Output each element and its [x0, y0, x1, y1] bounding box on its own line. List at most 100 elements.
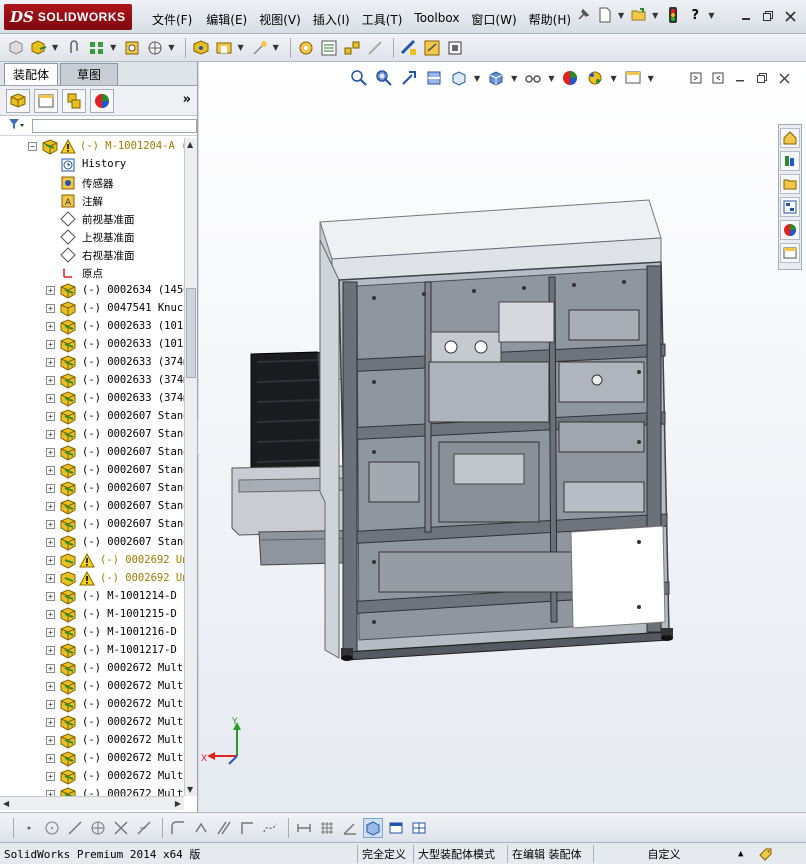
- menu-window[interactable]: 窗口(W): [465, 9, 522, 30]
- toggle-panel-icon[interactable]: [386, 818, 406, 838]
- tree-item[interactable]: + (-) 0002672 Multi: [0, 696, 184, 714]
- tree-item[interactable]: + (-) 0002672 Multi: [0, 678, 184, 696]
- bill-of-materials-icon[interactable]: [319, 38, 339, 58]
- chevron-down-icon[interactable]: ▼: [273, 43, 279, 52]
- collapse-icon[interactable]: −: [28, 142, 37, 151]
- tree-item[interactable]: + (-) 0002634 (1450: [0, 282, 184, 300]
- angle-icon[interactable]: [340, 818, 360, 838]
- tree-item[interactable]: + (-) 0002633 (374m: [0, 354, 184, 372]
- chevron-down-icon[interactable]: ▼: [652, 11, 658, 20]
- expand-icon[interactable]: +: [46, 448, 55, 457]
- display-manager-tab-icon[interactable]: [90, 88, 114, 113]
- tree-item[interactable]: + (-) 0002607 Stand: [0, 444, 184, 462]
- expand-icon[interactable]: +: [46, 610, 55, 619]
- 3d-sketch-icon[interactable]: [363, 817, 383, 838]
- expand-icon[interactable]: +: [46, 484, 55, 493]
- tree-horizontal-scrollbar[interactable]: ◀ ▶: [0, 796, 184, 810]
- tree-item[interactable]: + (-) 0002672 Multi: [0, 750, 184, 768]
- scroll-left-icon[interactable]: ◀: [3, 799, 9, 808]
- tree-item[interactable]: + (-) 0002633 (374m: [0, 390, 184, 408]
- chevron-down-icon[interactable]: ▼: [110, 43, 116, 52]
- tree-item[interactable]: + (-) 0002633 (1012: [0, 318, 184, 336]
- tree-item[interactable]: + (-) 0002672 Multi: [0, 768, 184, 786]
- offset-icon[interactable]: [191, 818, 211, 838]
- tree-item[interactable]: + (-) 0002607 Stand: [0, 498, 184, 516]
- tree-item[interactable]: + (-) 0002672 Multi: [0, 660, 184, 678]
- centerline-icon[interactable]: [134, 818, 154, 838]
- design-library-icon[interactable]: [780, 151, 800, 171]
- expand-icon[interactable]: +: [46, 286, 55, 295]
- view-palette-icon[interactable]: [780, 197, 800, 217]
- status-tag-icon[interactable]: [754, 845, 776, 863]
- instant3d-icon[interactable]: [445, 38, 465, 58]
- appearances-icon[interactable]: [780, 220, 800, 240]
- tree-item[interactable]: + (-) M-1001215-D (: [0, 606, 184, 624]
- corner-icon[interactable]: [237, 818, 257, 838]
- menu-tools[interactable]: 工具(T): [356, 9, 409, 30]
- tree-item[interactable]: 传感器: [0, 174, 184, 192]
- tree-item[interactable]: 原点: [0, 264, 184, 282]
- tree-item[interactable]: + (-) M-1001217-D (: [0, 642, 184, 660]
- expand-icon[interactable]: +: [46, 322, 55, 331]
- filter-icon[interactable]: [8, 118, 24, 133]
- chevron-down-icon[interactable]: ▼: [237, 43, 243, 52]
- tree-item[interactable]: + (-) 0047541 Knuck: [0, 300, 184, 318]
- expand-icon[interactable]: +: [46, 628, 55, 637]
- paperclip-icon[interactable]: [64, 38, 84, 58]
- restore-icon[interactable]: [758, 8, 778, 24]
- scroll-right-icon[interactable]: ▶: [175, 799, 181, 808]
- tree-item[interactable]: A 注解: [0, 192, 184, 210]
- configuration-manager-tab-icon[interactable]: [62, 88, 86, 113]
- solidworks-logo[interactable]: DS SOLIDWORKS: [4, 4, 132, 30]
- line-icon[interactable]: [65, 818, 85, 838]
- property-manager-tab-icon[interactable]: [34, 88, 58, 113]
- show-hidden-icon[interactable]: [191, 38, 211, 58]
- insert-components-icon[interactable]: [6, 38, 26, 58]
- explode-line-sketch-icon[interactable]: [365, 38, 385, 58]
- menu-edit[interactable]: 编辑(E): [200, 9, 253, 30]
- expand-icon[interactable]: +: [46, 772, 55, 781]
- tree-item[interactable]: + (-) 0002633 (1012: [0, 336, 184, 354]
- chevron-down-icon[interactable]: ▼: [52, 43, 58, 52]
- expand-icon[interactable]: +: [46, 358, 55, 367]
- mate-icon[interactable]: [29, 38, 49, 58]
- expand-icon[interactable]: +: [46, 664, 55, 673]
- home-icon[interactable]: [780, 128, 800, 148]
- tree-item[interactable]: + (-) 0002607 Stand: [0, 462, 184, 480]
- menu-view[interactable]: 视图(V): [253, 9, 307, 30]
- tree-item[interactable]: History: [0, 156, 184, 174]
- interference-detection-icon[interactable]: [399, 38, 419, 58]
- tree-vertical-scrollbar[interactable]: ▲ ▼: [184, 138, 197, 796]
- expand-icon[interactable]: +: [46, 592, 55, 601]
- grid-icon[interactable]: [317, 818, 337, 838]
- trim-icon[interactable]: [111, 818, 131, 838]
- new-document-icon[interactable]: [596, 6, 614, 24]
- filter-input[interactable]: [32, 118, 197, 133]
- expand-icon[interactable]: +: [46, 754, 55, 763]
- tree-item[interactable]: + (-) 0002692 Un: [0, 552, 184, 570]
- mirror-icon[interactable]: [214, 818, 234, 838]
- expand-icon[interactable]: +: [46, 682, 55, 691]
- expand-icon[interactable]: +: [46, 718, 55, 727]
- close-icon[interactable]: [780, 8, 800, 24]
- menu-file[interactable]: 文件(F): [146, 9, 198, 30]
- new-motion-study-icon[interactable]: [296, 38, 316, 58]
- tab-sketch[interactable]: 草图: [60, 63, 119, 85]
- status-custom-units[interactable]: 自定义: [594, 845, 734, 863]
- tree-item[interactable]: + (-) 0002607 Stand: [0, 408, 184, 426]
- expand-icon[interactable]: +: [46, 574, 55, 583]
- status-chevron-up-icon[interactable]: ▲: [734, 845, 754, 863]
- expand-icon[interactable]: +: [46, 700, 55, 709]
- expand-icon[interactable]: +: [46, 646, 55, 655]
- polygon-icon[interactable]: [88, 818, 108, 838]
- expand-icon[interactable]: +: [46, 520, 55, 529]
- tree-root[interactable]: − (-) M-1001204-A (: [0, 138, 184, 156]
- tree-item[interactable]: + (-) 0002607 Stand: [0, 516, 184, 534]
- tab-assembly[interactable]: 装配体: [4, 63, 59, 85]
- tree-item[interactable]: + (-) M-1001214-D (: [0, 588, 184, 606]
- open-folder-icon[interactable]: [630, 6, 648, 24]
- menu-insert[interactable]: 插入(I): [307, 9, 356, 30]
- feature-manager-tab-icon[interactable]: [6, 88, 30, 113]
- expand-icon[interactable]: +: [46, 304, 55, 313]
- reference-geometry-icon[interactable]: [250, 38, 270, 58]
